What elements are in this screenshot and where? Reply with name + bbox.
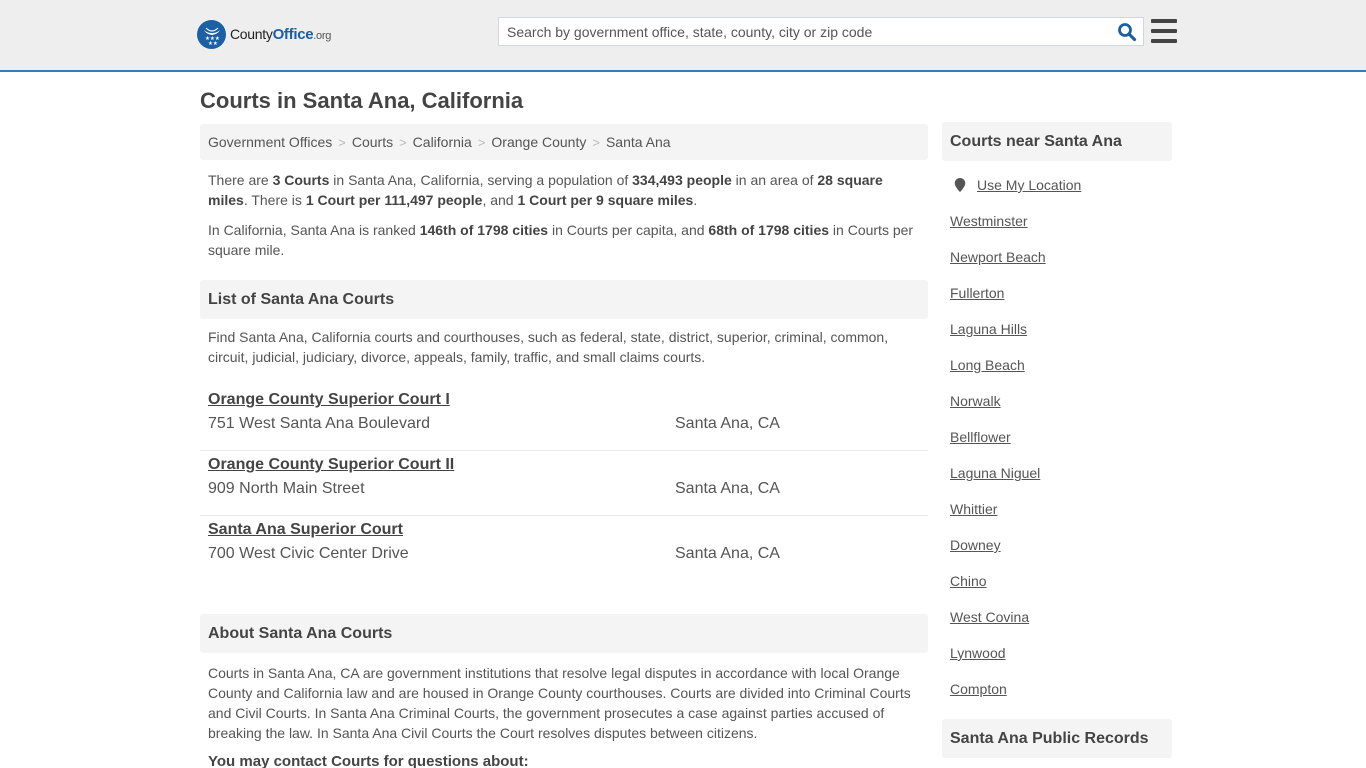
- nearby-city-link[interactable]: Fullerton: [950, 285, 1004, 301]
- nearby-city-link[interactable]: Chino: [950, 573, 987, 589]
- nearby-city-item: Compton: [942, 681, 1172, 717]
- nearby-city-link[interactable]: Long Beach: [950, 357, 1025, 373]
- use-my-location-link[interactable]: Use My Location: [977, 177, 1081, 193]
- breadcrumb-separator: >: [592, 134, 600, 150]
- nearby-city-item: West Covina: [942, 609, 1172, 645]
- nearby-city-item: Norwalk: [942, 393, 1172, 429]
- court-city: Santa Ana, CA: [675, 545, 780, 562]
- court-address: 909 North Main Street: [208, 480, 365, 497]
- breadcrumb: Government Offices > Courts > California…: [200, 124, 928, 160]
- court-name-link[interactable]: Orange County Superior Court II: [208, 456, 454, 474]
- nearby-city-link[interactable]: Westminster: [950, 213, 1028, 229]
- about-paragraph: Courts in Santa Ana, CA are government i…: [208, 665, 911, 741]
- breadcrumb-separator: >: [338, 134, 346, 150]
- sidebar: Courts near Santa Ana Use My Location We…: [942, 122, 1172, 758]
- nearby-city-item: Laguna Niguel: [942, 465, 1172, 501]
- search-icon: [1118, 22, 1137, 41]
- nearby-city-item: Laguna Hills: [942, 321, 1172, 357]
- nearby-city-link[interactable]: Downey: [950, 537, 1001, 553]
- hamburger-menu-icon[interactable]: [1151, 19, 1177, 43]
- court-list: Orange County Superior Court I 751 West …: [200, 386, 928, 581]
- breadcrumb-separator: >: [477, 134, 486, 150]
- eagle-stars-icon: ★★★ ★★: [197, 20, 226, 49]
- court-item: Orange County Superior Court I 751 West …: [200, 386, 928, 451]
- nearby-city-link[interactable]: Norwalk: [950, 393, 1001, 409]
- court-city: Santa Ana, CA: [675, 480, 780, 497]
- nearby-courts-heading: Courts near Santa Ana: [942, 122, 1172, 161]
- breadcrumb-orange-county[interactable]: Orange County: [491, 134, 586, 150]
- nearby-city-link[interactable]: Newport Beach: [950, 249, 1046, 265]
- about-section-heading: About Santa Ana Courts: [200, 614, 928, 653]
- nearby-city-link[interactable]: Laguna Niguel: [950, 465, 1040, 481]
- site-logo[interactable]: ★★★ ★★ CountyOffice.org: [197, 20, 331, 49]
- nearby-city-link[interactable]: Lynwood: [950, 645, 1006, 661]
- intro-stats-paragraph: There are 3 Courts in Santa Ana, Califor…: [208, 172, 883, 208]
- contact-heading: You may contact Courts for questions abo…: [208, 753, 529, 768]
- list-description: Find Santa Ana, California courts and co…: [208, 329, 889, 365]
- intro-rank-paragraph: In California, Santa Ana is ranked 146th…: [208, 222, 914, 258]
- breadcrumb-separator: >: [399, 134, 407, 150]
- court-item: Orange County Superior Court II 909 Nort…: [200, 451, 928, 516]
- breadcrumb-california[interactable]: California: [413, 134, 472, 150]
- svg-text:★★: ★★: [208, 41, 218, 46]
- nearby-city-item: Bellflower: [942, 429, 1172, 465]
- nearby-city-item: Westminster: [942, 213, 1172, 249]
- nearby-city-link[interactable]: West Covina: [950, 609, 1029, 625]
- court-city: Santa Ana, CA: [675, 415, 780, 432]
- breadcrumb-current: Santa Ana: [605, 134, 671, 150]
- court-address: 751 West Santa Ana Boulevard: [208, 415, 431, 432]
- nearby-city-item: Long Beach: [942, 357, 1172, 393]
- court-address: 700 West Civic Center Drive: [208, 545, 409, 562]
- nearby-city-item: Newport Beach: [942, 249, 1172, 285]
- court-name-link[interactable]: Santa Ana Superior Court: [208, 521, 403, 539]
- court-item: Santa Ana Superior Court 700 West Civic …: [200, 516, 928, 581]
- search-button[interactable]: [1111, 18, 1143, 45]
- use-my-location-item: Use My Location: [942, 177, 1172, 213]
- nearby-city-item: Lynwood: [942, 645, 1172, 681]
- search-box: [498, 17, 1144, 46]
- nearby-cities-list: Use My Location Westminster Newport Beac…: [942, 177, 1172, 717]
- nearby-city-item: Downey: [942, 537, 1172, 573]
- search-input[interactable]: [499, 18, 1111, 45]
- main-content: Government Offices > Courts > California…: [200, 124, 928, 768]
- court-name-link[interactable]: Orange County Superior Court I: [208, 391, 450, 409]
- nearby-city-item: Chino: [942, 573, 1172, 609]
- breadcrumb-government-offices[interactable]: Government Offices: [208, 134, 332, 150]
- page-title: Courts in Santa Ana, California: [200, 88, 524, 113]
- nearby-city-link[interactable]: Bellflower: [950, 429, 1011, 445]
- nearby-city-link[interactable]: Compton: [950, 681, 1007, 697]
- site-header: ★★★ ★★ CountyOffice.org: [0, 0, 1366, 72]
- breadcrumb-courts[interactable]: Courts: [352, 134, 393, 150]
- public-records-heading: Santa Ana Public Records: [942, 719, 1172, 758]
- nearby-city-link[interactable]: Whittier: [950, 501, 997, 517]
- nearby-city-item: Whittier: [942, 501, 1172, 537]
- logo-text: CountyOffice.org: [230, 26, 332, 43]
- map-pin-icon: [954, 178, 966, 192]
- nearby-city-item: Fullerton: [942, 285, 1172, 321]
- nearby-city-link[interactable]: Laguna Hills: [950, 321, 1027, 337]
- list-section-heading: List of Santa Ana Courts: [200, 280, 928, 319]
